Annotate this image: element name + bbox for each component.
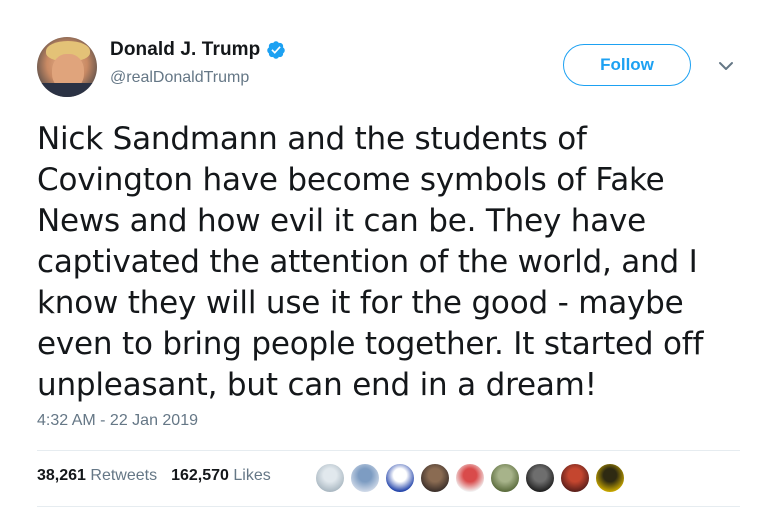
liker-avatar-3[interactable]	[384, 462, 416, 494]
author-handle[interactable]: @realDonaldTrump	[110, 69, 286, 87]
author-avatar[interactable]	[37, 37, 97, 97]
likes-label: Likes	[233, 467, 271, 484]
tweet-card: Donald J. Trump @realDonaldTrump Follow …	[0, 0, 777, 509]
tweet-stats: 38,261 Retweets 162,570 Likes	[37, 467, 285, 485]
liker-avatar-6[interactable]	[489, 462, 521, 494]
author-name-row: Donald J. Trump	[110, 39, 286, 61]
liker-avatar-4[interactable]	[419, 462, 451, 494]
verified-badge-icon	[266, 40, 286, 60]
retweets-count: 38,261	[37, 467, 86, 484]
likes-count: 162,570	[171, 467, 229, 484]
avatar-suit	[37, 83, 97, 97]
liker-avatar-9[interactable]	[594, 462, 626, 494]
liker-avatar-2[interactable]	[349, 462, 381, 494]
likes-stat[interactable]: 162,570 Likes	[171, 467, 271, 485]
follow-button[interactable]: Follow	[563, 44, 691, 86]
liker-avatar-7[interactable]	[524, 462, 556, 494]
chevron-down-icon[interactable]	[717, 59, 735, 73]
retweets-label: Retweets	[90, 467, 158, 484]
liker-avatars	[314, 462, 629, 494]
tweet-text: Nick Sandmann and the students of Coving…	[37, 121, 704, 403]
tweet-header: Donald J. Trump @realDonaldTrump Follow	[37, 37, 747, 99]
tweet-timestamp[interactable]: 4:32 AM - 22 Jan 2019	[37, 412, 198, 430]
liker-avatar-1[interactable]	[314, 462, 346, 494]
liker-avatar-8[interactable]	[559, 462, 591, 494]
liker-avatar-5[interactable]	[454, 462, 486, 494]
author-name-block[interactable]: Donald J. Trump @realDonaldTrump	[110, 39, 286, 87]
divider-bottom	[37, 506, 740, 507]
author-display-name[interactable]: Donald J. Trump	[110, 39, 260, 61]
retweets-stat[interactable]: 38,261 Retweets	[37, 467, 157, 485]
divider-top	[37, 450, 740, 451]
